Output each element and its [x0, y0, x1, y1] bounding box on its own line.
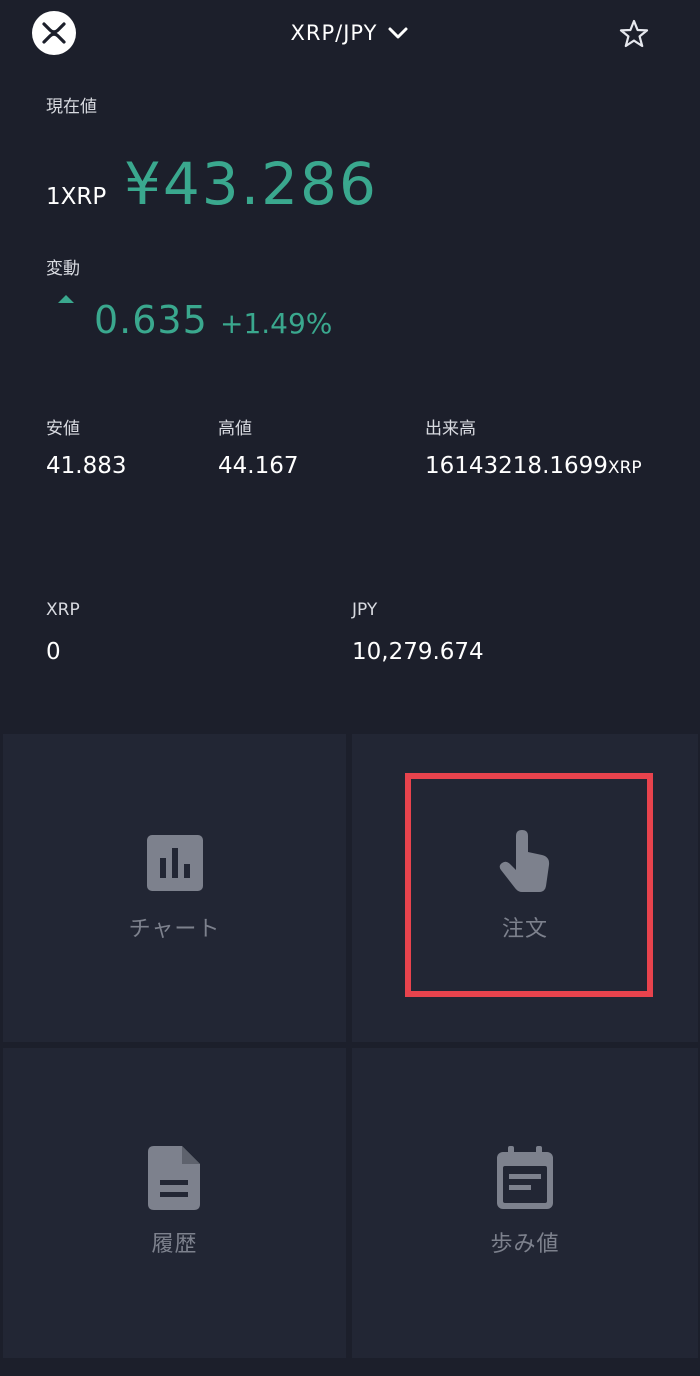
trades-button[interactable]: 歩み値: [352, 1048, 698, 1358]
jpy-balance-label: JPY: [352, 600, 378, 620]
volume-value: 16143218.1699XRP: [425, 453, 642, 479]
chart-label: チャート: [128, 917, 221, 942]
header: XRP/JPY: [0, 0, 700, 70]
price-unit: 1XRP: [46, 184, 107, 210]
low-value: 41.883: [46, 453, 127, 479]
document-icon: [145, 1146, 205, 1210]
chevron-down-icon: [388, 27, 408, 39]
pair-selector[interactable]: XRP/JPY: [0, 18, 700, 48]
high-value: 44.167: [218, 453, 299, 479]
xrp-balance-label: XRP: [46, 600, 80, 620]
history-label: 履歴: [151, 1232, 198, 1257]
bar-chart-icon: [145, 833, 205, 893]
trades-label: 歩み値: [490, 1232, 560, 1257]
xrp-balance-value: 0: [46, 639, 61, 665]
high-label: 高値: [218, 419, 252, 439]
pair-label: XRP/JPY: [290, 21, 378, 45]
volume-number: 16143218.1699: [425, 453, 608, 479]
star-outline-icon[interactable]: [618, 18, 650, 50]
current-price-value: ¥43.286: [124, 150, 378, 218]
change-percent: +1.49%: [220, 307, 333, 340]
volume-label: 出来高: [425, 419, 476, 439]
change-value: 0.635: [94, 298, 208, 342]
chart-button[interactable]: チャート: [3, 734, 346, 1042]
volume-unit: XRP: [607, 458, 642, 478]
calendar-icon: [495, 1146, 555, 1209]
order-label: 注文: [501, 917, 548, 942]
triangle-up-icon: [58, 295, 74, 303]
change-label: 変動: [46, 259, 80, 279]
low-label: 安値: [46, 419, 80, 439]
current-price-label: 現在値: [46, 97, 97, 117]
trading-pair-screen: XRP/JPY 現在値 1XRP ¥43.286 変動 0.635 +1.49%…: [0, 0, 700, 1376]
tap-hand-icon: [495, 830, 555, 893]
history-button[interactable]: 履歴: [3, 1048, 346, 1358]
order-button[interactable]: 注文: [352, 734, 698, 1042]
jpy-balance-value: 10,279.674: [352, 639, 484, 665]
